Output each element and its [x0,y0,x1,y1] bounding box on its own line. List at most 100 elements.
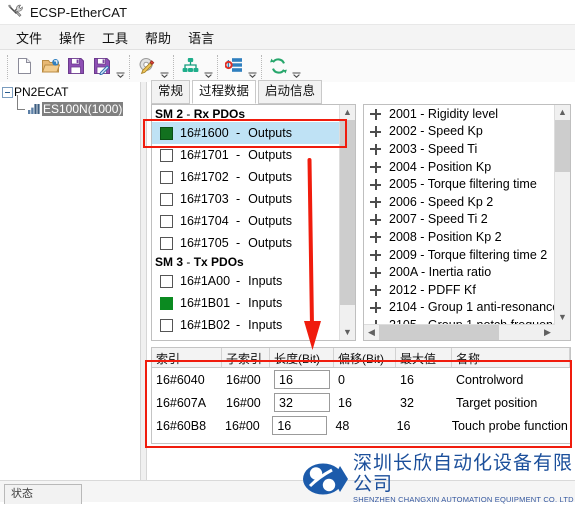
refresh-group-dropdown[interactable] [291,52,302,82]
tab-startup-info[interactable]: 启动信息 [258,80,323,104]
object-row[interactable]: 2004 - Position Kp [364,158,554,176]
object-row[interactable]: 2005 - Torque filtering time [364,175,554,193]
object-row[interactable]: 2104 - Group 1 anti-resonance [364,299,554,317]
length-input[interactable]: 16 [272,416,328,435]
column-header-offset[interactable]: 偏移(Bit) [334,348,396,367]
column-header-length[interactable]: 长度(Bit) [270,348,334,367]
device-group-dropdown[interactable] [247,52,258,82]
scrollbar-thumb[interactable] [340,120,355,305]
tree-node-device[interactable]: ES100N(1000) [0,95,139,117]
table-row[interactable]: 16#607A 16#00 32 16 32 Target position [152,391,570,414]
tab-process-data[interactable]: 过程数据 [192,80,257,104]
table-row[interactable]: 16#60B8 16#00 16 48 16 Touch probe funct… [152,414,570,437]
network-group-dropdown[interactable] [203,52,214,82]
expand-plus-icon[interactable] [370,126,381,138]
pdo-index: 16#1701 [180,148,229,162]
scroll-up-icon[interactable]: ▲ [555,105,570,120]
object-dictionary-horizontal-scrollbar[interactable]: ◀ ▶ [364,324,555,340]
scroll-right-icon[interactable]: ▶ [540,325,555,340]
expand-plus-icon[interactable] [370,108,381,120]
pdo-checkbox-icon[interactable] [160,296,173,310]
save-button[interactable] [63,54,89,80]
menu-help[interactable]: 帮助 [137,26,180,49]
object-row[interactable]: 2008 - Position Kp 2 [364,228,554,246]
object-label: 2009 - Torque filtering time 2 [389,247,548,262]
save-as-button[interactable] [89,54,115,80]
expand-plus-icon[interactable] [370,196,381,208]
length-input[interactable]: 16 [274,370,330,389]
column-header-name[interactable]: 名称 [452,348,570,367]
scrollbar-thumb[interactable] [555,120,570,172]
object-row[interactable]: 2009 - Torque filtering time 2 [364,246,554,264]
tree-node-root[interactable]: PN2ECAT [0,84,139,100]
pdo-checkbox-icon[interactable] [160,318,173,332]
pdo-row-1705[interactable]: 16#1705 - Outputs [152,232,339,254]
pdo-list-vertical-scrollbar[interactable]: ▲ ▼ [339,105,355,340]
pdo-row-1702[interactable]: 16#1702 - Outputs [152,166,339,188]
expand-plus-icon[interactable] [370,214,381,226]
pdo-checkbox-icon[interactable] [160,148,173,162]
pdo-checkbox-icon[interactable] [160,236,173,250]
pdo-row-1704[interactable]: 16#1704 - Outputs [152,210,339,232]
menu-tools[interactable]: 工具 [94,26,137,49]
collapse-icon[interactable] [2,86,13,98]
network-topology-button[interactable] [177,54,203,80]
menu-file[interactable]: 文件 [8,26,51,49]
expand-plus-icon[interactable] [370,284,381,296]
length-input[interactable]: 32 [274,393,330,412]
cell-max: 32 [400,395,414,410]
object-row[interactable]: 200A - Inertia ratio [364,263,554,281]
scroll-up-icon[interactable]: ▲ [340,105,355,120]
pdo-dash: - [236,274,241,288]
pdo-checkbox-icon[interactable] [160,170,173,184]
pdo-checkbox-icon[interactable] [160,214,173,228]
object-row[interactable]: 2001 - Rigidity level [364,105,554,123]
scroll-left-icon[interactable]: ◀ [364,325,379,340]
pdo-row-1a00[interactable]: 16#1A00 - Inputs [152,270,339,292]
panel-splitter[interactable] [140,82,147,480]
menu-language[interactable]: 语言 [180,26,223,49]
scroll-down-icon[interactable]: ▼ [555,310,570,325]
pdo-checkbox-icon[interactable] [160,126,173,140]
pdo-row-1703[interactable]: 16#1703 - Outputs [152,188,339,210]
object-row[interactable]: 2012 - PDFF Kf [364,281,554,299]
object-row[interactable]: 2002 - Speed Kp [364,123,554,141]
save-group-dropdown[interactable] [115,52,126,82]
pdo-list-panel[interactable]: SM 2 - Rx PDOs 16#1600 - Outputs 16#1701… [151,104,356,341]
expand-plus-icon[interactable] [370,249,381,261]
new-file-button[interactable] [11,54,37,80]
column-header-subindex[interactable]: 子索引 [222,348,270,367]
object-row[interactable]: 2007 - Speed Ti 2 [364,211,554,229]
pdo-checkbox-icon[interactable] [160,274,173,288]
expand-plus-icon[interactable] [370,267,381,279]
device-settings-button[interactable] [221,54,247,80]
config-button[interactable] [133,54,159,80]
expand-plus-icon[interactable] [370,231,381,243]
column-header-index[interactable]: 索引 [152,348,222,367]
scroll-down-icon[interactable]: ▼ [340,325,355,340]
scrollbar-thumb[interactable] [379,325,499,340]
object-dictionary-vertical-scrollbar[interactable]: ▲ ▼ [554,105,570,340]
tab-general[interactable]: 常规 [151,80,191,104]
pdo-row-1600[interactable]: 16#1600 - Outputs [152,122,339,144]
object-dictionary-panel[interactable]: 2001 - Rigidity level 2002 - Speed Kp 20… [363,104,571,341]
pdo-row-1b01[interactable]: 16#1B01 - Inputs [152,292,339,314]
open-folder-button[interactable] [37,54,63,80]
refresh-button[interactable] [265,54,291,80]
expand-plus-icon[interactable] [370,161,381,173]
expand-plus-icon[interactable] [370,143,381,155]
menu-operation[interactable]: 操作 [51,26,94,49]
object-row[interactable]: 2105 - Group 1 notch frequency [364,316,554,324]
expand-plus-icon[interactable] [370,302,381,314]
expand-plus-icon[interactable] [370,179,381,191]
column-header-max[interactable]: 最大值 [396,348,452,367]
config-group-dropdown[interactable] [159,52,170,82]
status-tab[interactable]: 状态 [4,484,82,504]
object-row[interactable]: 2006 - Speed Kp 2 [364,193,554,211]
pdo-row-1701[interactable]: 16#1701 - Outputs [152,144,339,166]
pdo-checkbox-icon[interactable] [160,192,173,206]
pdo-entry-table[interactable]: 索引 子索引 长度(Bit) 偏移(Bit) 最大值 名称 16#6040 16… [151,347,571,444]
pdo-row-1b02[interactable]: 16#1B02 - Inputs [152,314,339,336]
object-row[interactable]: 2003 - Speed Ti [364,140,554,158]
table-row[interactable]: 16#6040 16#00 16 0 16 Controlword [152,368,570,391]
